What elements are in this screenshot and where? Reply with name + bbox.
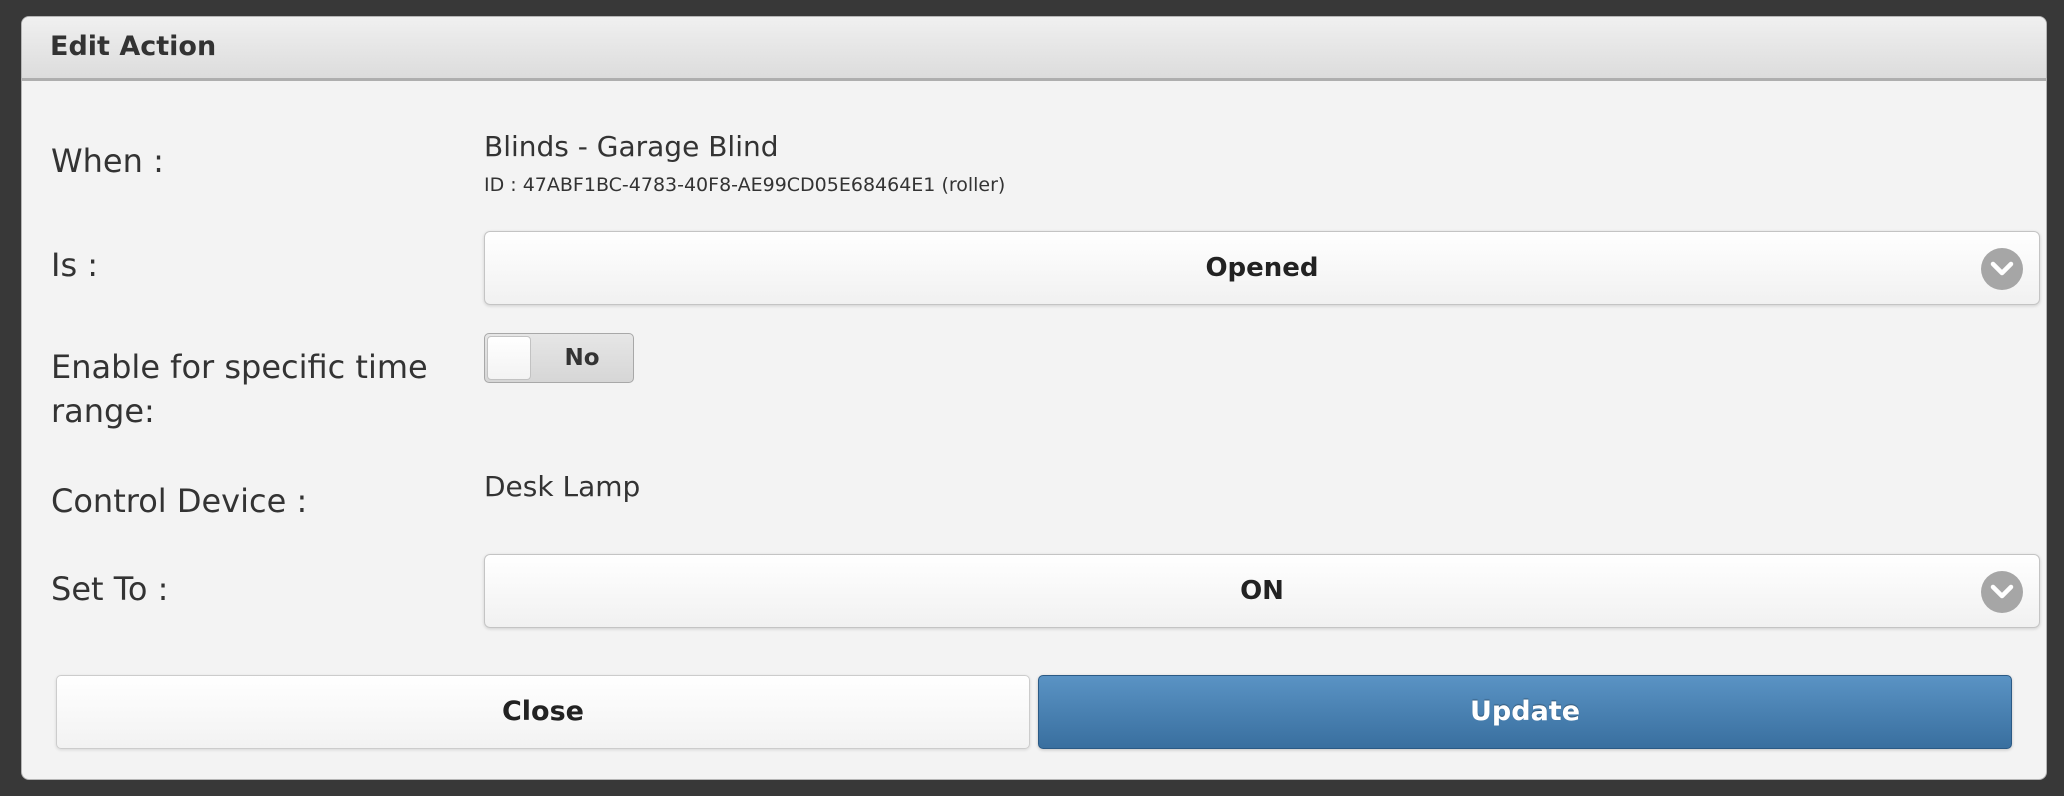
toggle-value: No <box>564 345 600 371</box>
set-to-select-value: ON <box>1240 576 1284 606</box>
edit-action-dialog: Edit Action When : Blinds - Garage Blind… <box>21 16 2047 780</box>
toggle-knob[interactable] <box>487 336 531 380</box>
set-to-label: Set To : <box>51 570 169 608</box>
control-device-label: Control Device : <box>51 482 308 520</box>
chevron-down-icon <box>1981 571 2023 613</box>
control-device-value: Desk Lamp <box>484 470 641 503</box>
time-range-toggle[interactable]: No <box>484 333 634 383</box>
close-button[interactable]: Close <box>56 675 1030 749</box>
chevron-down-icon <box>1981 248 2023 290</box>
dialog-title: Edit Action <box>50 31 217 62</box>
when-device-name: Blinds - Garage Blind <box>484 130 779 163</box>
when-label: When : <box>51 142 164 180</box>
time-range-label-line1: Enable for specific time <box>51 348 428 386</box>
is-label: Is : <box>51 246 99 284</box>
is-state-select[interactable]: Opened <box>484 231 2040 305</box>
when-device-id: ID : 47ABF1BC-4783-40F8-AE99CD05E68464E1… <box>484 174 1006 196</box>
set-to-select[interactable]: ON <box>484 554 2040 628</box>
update-button[interactable]: Update <box>1038 675 2012 749</box>
is-state-select-value: Opened <box>1205 253 1319 283</box>
time-range-label-line2: range: <box>51 392 155 430</box>
dialog-header: Edit Action <box>22 17 2046 81</box>
